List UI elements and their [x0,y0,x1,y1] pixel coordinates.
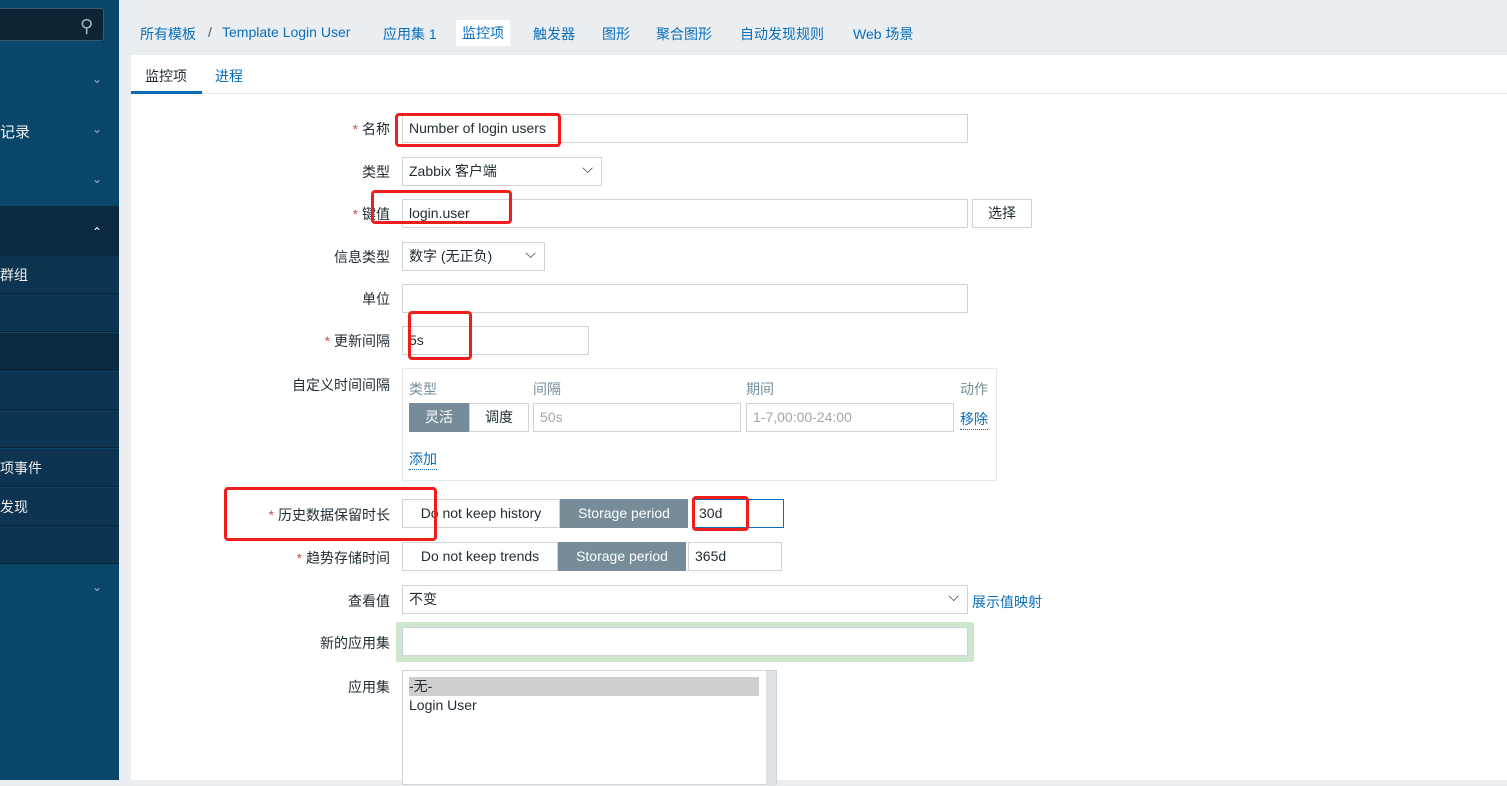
header: 所有模板 / Template Login User 应用集 1 监控项 触发器… [119,0,1507,55]
interval-label: * 更新间隔 [324,333,390,349]
highlight-box [692,496,749,531]
trends-input[interactable]: 365d [688,542,782,571]
sidebar-subitem[interactable]: 群组 [0,256,119,294]
add-link[interactable]: 添加 [409,449,437,470]
highlight-box [371,190,512,224]
history-storage-period-toggle[interactable]: Storage period [560,499,688,528]
sidebar-subitem[interactable]: 项事件 [0,449,119,487]
sidebar-subitem[interactable] [0,526,119,564]
listbox-scrollbar[interactable] [766,671,776,786]
nav-graphs[interactable]: 图形 [602,24,630,44]
highlight-box [395,113,561,147]
flexible-toggle[interactable]: 灵活 [409,403,469,432]
sidebar-subitem[interactable] [0,372,119,410]
name-label: * 名称 [352,121,390,137]
apps-listbox[interactable]: -无- Login User [402,670,777,786]
highlight-box [224,487,437,541]
trends-label: * 趋势存储时间 [296,550,390,566]
nav-items[interactable]: 监控项 [456,20,510,46]
tab-bar: 监控项 进程 [131,55,1507,94]
col-type: 类型 [409,381,437,397]
remove-link[interactable]: 移除 [960,409,988,430]
nav-triggers[interactable]: 触发器 [533,24,575,44]
chevron-down-icon[interactable]: ⌄ [92,122,102,136]
info-type-label: 信息类型 [334,249,390,265]
chevron-down-icon[interactable]: ⌄ [92,580,102,594]
trends-storage-period-toggle[interactable]: Storage period [558,542,686,571]
col-interval: 间隔 [533,381,561,397]
breadcrumb-template[interactable]: Template Login User [222,24,350,40]
col-action: 动作 [960,381,988,397]
sidebar-subitem[interactable]: 发现 [0,488,119,526]
select-key-button[interactable]: 选择 [972,199,1032,228]
custom-intervals-box: 类型 间隔 期间 动作 灵活 调度 50s 1-7,00:00-24:00 移除… [402,368,997,481]
apps-option[interactable]: -无- [409,677,759,696]
info-type-select[interactable]: 数字 (无正负) [402,240,545,271]
custom-interval-input[interactable]: 50s [533,403,741,432]
breadcrumb-separator: / [208,24,212,40]
new-app-input[interactable] [402,627,968,656]
breadcrumb-all-templates[interactable]: 所有模板 [140,24,196,44]
units-label: 单位 [362,291,390,307]
nav-discovery[interactable]: 自动发现规则 [740,24,824,44]
valuemap-select[interactable]: 不变 [402,583,968,614]
search-icon[interactable]: ⚲ [80,16,93,37]
scheduling-toggle[interactable]: 调度 [469,403,529,432]
nav-screens[interactable]: 聚合图形 [656,24,712,44]
new-app-label: 新的应用集 [320,635,390,651]
custom-period-input[interactable]: 1-7,00:00-24:00 [746,403,954,432]
nav-applications[interactable]: 应用集 1 [383,24,437,44]
chevron-up-icon[interactable]: ⌃ [92,225,102,239]
sidebar-subitem[interactable] [0,333,119,371]
sidebar-item-label[interactable]: 记录 [0,121,30,142]
valuemap-label: 查看值 [348,593,390,609]
tab-process[interactable]: 进程 [215,66,243,86]
sidebar: ⚲ ⌄ 记录 ⌄ ⌄ ⌃ 群组 项事件 发现 ⌄ [0,0,119,780]
tab-items[interactable]: 监控项 [145,66,187,86]
apps-option[interactable]: Login User [409,696,477,715]
col-period: 期间 [746,381,774,397]
sidebar-subitem[interactable] [0,294,119,332]
highlight-box [408,311,472,360]
active-tab-indicator [131,91,202,94]
type-label: 类型 [362,164,390,180]
chevron-down-icon[interactable]: ⌄ [92,72,102,86]
type-select[interactable]: Zabbix 客户端 [402,155,602,186]
show-valuemap-link[interactable]: 展示值映射 [972,592,1042,612]
apps-label: 应用集 [348,679,390,695]
key-label: * 键值 [352,206,390,222]
custom-intervals-label: 自定义时间间隔 [292,377,390,393]
chevron-down-icon[interactable]: ⌄ [92,172,102,186]
no-keep-trends-toggle[interactable]: Do not keep trends [402,542,558,571]
sidebar-subitem[interactable] [0,410,119,448]
nav-web[interactable]: Web 场景 [853,24,913,44]
units-input[interactable] [402,284,968,313]
